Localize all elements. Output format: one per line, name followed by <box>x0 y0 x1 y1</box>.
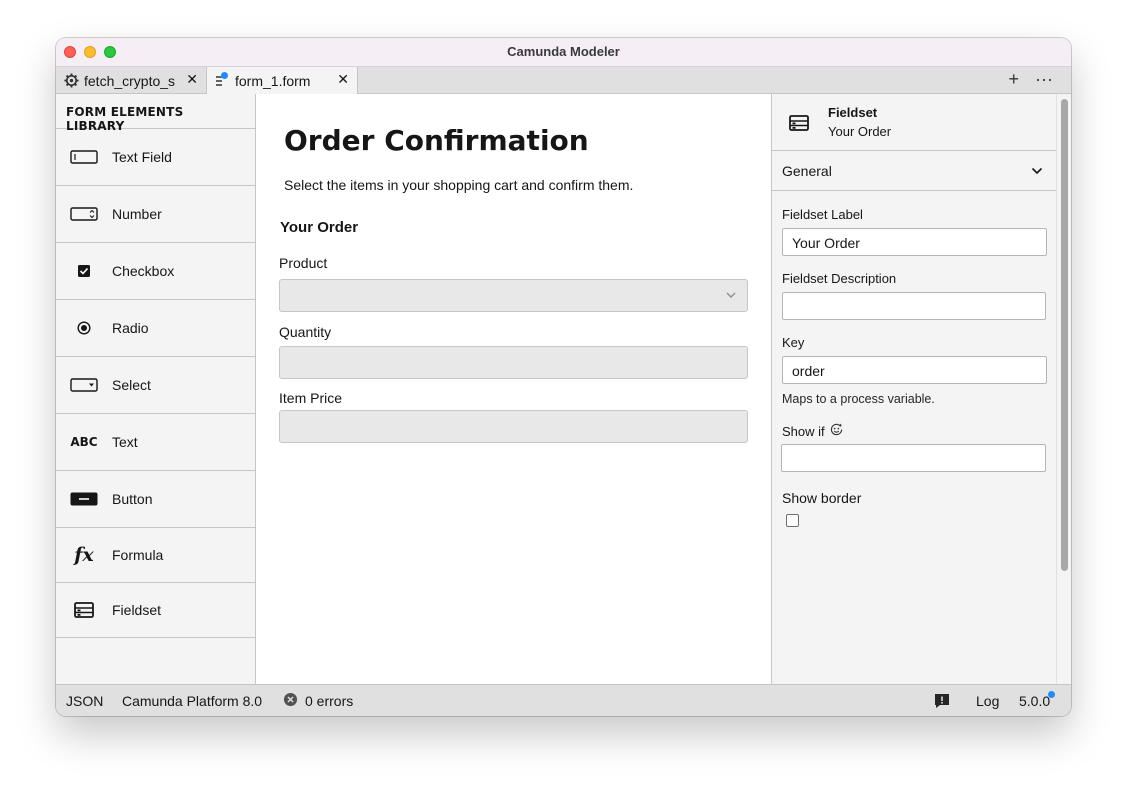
version-button[interactable]: 5.0.0 <box>1019 691 1056 709</box>
tab-label: fetch_crypto_s <box>84 72 176 89</box>
tab-label: form_1.form <box>235 73 311 89</box>
fieldset-description-title: Fieldset Description <box>782 271 897 286</box>
fieldset-legend[interactable]: Your Order <box>280 219 358 236</box>
title-bar: Camunda Modeler <box>56 38 1071 67</box>
show-if-title-row: Show if <box>782 423 843 439</box>
version-label: 5.0.0 <box>1019 693 1051 709</box>
close-tab-icon[interactable]: ✕ <box>337 71 349 88</box>
product-label: Product <box>279 255 328 271</box>
library-item-label: Select <box>112 377 151 393</box>
library-item-text-field[interactable]: Text Field <box>56 129 255 186</box>
library-item-button[interactable]: Button <box>56 471 255 528</box>
group-title: General <box>782 163 832 179</box>
platform-button[interactable]: Camunda Platform 8.0 <box>122 693 262 709</box>
gear-icon <box>62 72 80 90</box>
form-elements-library: FORM ELEMENTS LIBRARY Text Field Number … <box>56 94 256 684</box>
key-input[interactable]: order <box>782 356 1047 384</box>
unsaved-indicator <box>221 72 228 79</box>
library-item-fieldset[interactable]: Fieldset <box>56 583 255 638</box>
feel-icon[interactable] <box>830 423 843 439</box>
show-border-checkbox[interactable] <box>786 514 799 527</box>
library-item-label: Checkbox <box>112 263 175 279</box>
errors-button[interactable]: 0 errors <box>283 692 353 710</box>
library-item-label: Formula <box>112 547 164 563</box>
update-indicator <box>1048 691 1056 698</box>
button-icon <box>56 492 112 506</box>
scrollbar-thumb[interactable] <box>1061 99 1068 571</box>
fieldset-description-input[interactable] <box>782 292 1046 320</box>
radio-icon <box>56 321 112 335</box>
properties-scrollbar[interactable] <box>1056 94 1071 684</box>
library-item-number[interactable]: Number <box>56 186 255 243</box>
item-price-label: Item Price <box>279 390 343 406</box>
library-item-formula[interactable]: fx Formula <box>56 528 255 583</box>
library-item-label: Text <box>112 434 138 450</box>
library-item-label: Fieldset <box>112 602 162 618</box>
error-icon <box>283 692 298 710</box>
errors-count: 0 errors <box>305 693 354 709</box>
status-bar: JSON Camunda Platform 8.0 0 errors Log 5… <box>56 684 1071 716</box>
show-border-title: Show border <box>782 490 862 506</box>
fieldset-icon <box>56 602 112 618</box>
group-general-header[interactable]: General <box>772 151 1057 191</box>
tab-fetch-crypto[interactable]: fetch_crypto_s ✕ <box>56 67 207 94</box>
close-tab-icon[interactable]: ✕ <box>186 71 198 88</box>
add-tab-button[interactable]: + <box>1009 69 1020 90</box>
library-item-select[interactable]: Select <box>56 357 255 414</box>
library-item-radio[interactable]: Radio <box>56 300 255 357</box>
form-canvas[interactable]: Order Confirmation Select the items in y… <box>256 94 771 684</box>
show-if-title: Show if <box>782 423 825 439</box>
key-hint: Maps to a process variable. <box>782 392 935 406</box>
form-icon <box>213 72 231 90</box>
formula-icon: fx <box>74 544 94 566</box>
properties-header: Fieldset Your Order <box>772 94 1057 151</box>
chevron-down-icon <box>1031 164 1043 182</box>
fieldset-label-title: Fieldset Label <box>782 207 863 222</box>
feedback-icon[interactable] <box>934 693 950 712</box>
library-item-label: Number <box>112 206 162 222</box>
product-select[interactable] <box>279 279 748 312</box>
fieldset-icon <box>789 115 809 136</box>
number-icon <box>56 207 112 221</box>
log-button[interactable]: Log <box>976 693 999 709</box>
textfield-icon <box>56 150 112 164</box>
element-name: Your Order <box>828 124 892 139</box>
library-item-label: Radio <box>112 320 149 336</box>
chevron-down-icon <box>725 288 737 306</box>
library-item-checkbox[interactable]: Checkbox <box>56 243 255 300</box>
form-title[interactable]: Order Confirmation <box>284 124 589 157</box>
library-title: FORM ELEMENTS LIBRARY <box>56 94 255 133</box>
select-icon <box>56 378 112 392</box>
item-price-input[interactable] <box>279 410 748 443</box>
show-if-input[interactable] <box>781 444 1046 472</box>
library-item-label: Button <box>112 491 153 507</box>
library-item-label: Text Field <box>112 149 172 165</box>
quantity-input[interactable] <box>279 346 748 379</box>
checkbox-icon <box>56 264 112 278</box>
more-options-button[interactable]: ··· <box>1035 69 1053 90</box>
key-title: Key <box>782 335 805 350</box>
tab-bar: fetch_crypto_s ✕ form_1.form ✕ + ··· <box>56 67 1071 95</box>
element-type: Fieldset <box>828 105 878 120</box>
form-description[interactable]: Select the items in your shopping cart a… <box>284 177 633 193</box>
app-window: Camunda Modeler fetch_crypto_s ✕ form_1.… <box>56 38 1071 716</box>
json-button[interactable]: JSON <box>66 693 103 709</box>
properties-panel: Fieldset Your Order General Fieldset Lab… <box>771 94 1071 684</box>
window-title: Camunda Modeler <box>507 44 620 59</box>
fieldset-label-input[interactable]: Your Order <box>782 228 1047 256</box>
library-item-text[interactable]: ABC Text <box>56 414 255 471</box>
quantity-label: Quantity <box>279 324 332 340</box>
tab-form-1[interactable]: form_1.form ✕ <box>207 67 358 95</box>
text-icon: ABC <box>70 435 98 449</box>
